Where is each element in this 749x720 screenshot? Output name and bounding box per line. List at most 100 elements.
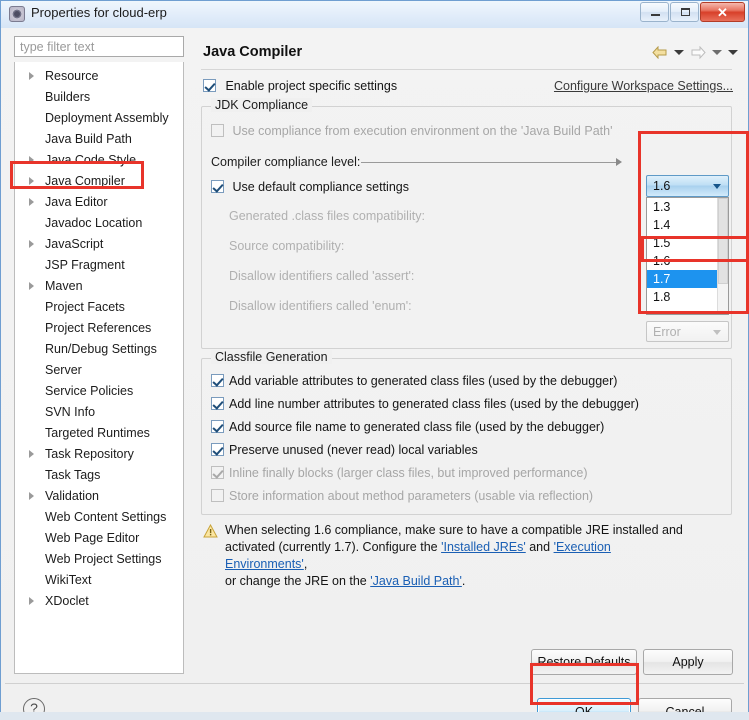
generated-class-compat-label: Generated .class files compatibility: bbox=[229, 209, 425, 223]
expand-arrow-icon[interactable] bbox=[29, 198, 34, 206]
sidebar-item-java-code-style[interactable]: Java Code Style bbox=[15, 150, 183, 171]
sidebar-item-label: Deployment Assembly bbox=[45, 111, 169, 125]
dropdown-option[interactable]: 1.5 bbox=[647, 234, 728, 252]
back-menu-chevron-down-icon[interactable] bbox=[674, 50, 684, 55]
sidebar-item-targeted-runtimes[interactable]: Targeted Runtimes bbox=[15, 423, 183, 444]
use-default-compliance-row: Use default compliance settings bbox=[211, 180, 409, 194]
classfile-option-checkbox[interactable] bbox=[211, 489, 224, 502]
classfile-option-checkbox[interactable] bbox=[211, 420, 224, 433]
expand-arrow-icon[interactable] bbox=[29, 240, 34, 248]
dialog-body: type filter text Resource Builders Deploym… bbox=[1, 28, 748, 720]
screen: Properties for cloud-erp ✕ type filter t… bbox=[0, 0, 749, 720]
sidebar-item-deployment-assembly[interactable]: Deployment Assembly bbox=[15, 108, 183, 129]
sidebar-item-java-build-path[interactable]: Java Build Path bbox=[15, 129, 183, 150]
sidebar-item-javadoc-location[interactable]: Javadoc Location bbox=[15, 213, 183, 234]
maximize-button[interactable] bbox=[670, 2, 699, 22]
sidebar-item-server[interactable]: Server bbox=[15, 360, 183, 381]
expand-arrow-icon[interactable] bbox=[29, 492, 34, 500]
expand-arrow-icon[interactable] bbox=[29, 156, 34, 164]
view-menu-chevron-down-icon[interactable] bbox=[728, 50, 738, 55]
dropdown-scrollbar-thumb[interactable] bbox=[718, 198, 728, 284]
window-title: Properties for cloud-erp bbox=[31, 5, 167, 20]
sidebar-item-web-content-settings[interactable]: Web Content Settings bbox=[15, 507, 183, 528]
forward-menu-chevron-down-icon[interactable] bbox=[712, 50, 722, 55]
classfile-option-checkbox[interactable] bbox=[211, 443, 224, 456]
properties-icon bbox=[9, 6, 25, 22]
sidebar-item-label: Run/Debug Settings bbox=[45, 342, 157, 356]
sidebar-item-label: Resource bbox=[45, 69, 99, 83]
title-bar: Properties for cloud-erp ✕ bbox=[1, 1, 748, 29]
chevron-down-icon bbox=[713, 330, 721, 335]
expand-arrow-icon[interactable] bbox=[29, 72, 34, 80]
apply-button[interactable]: Apply bbox=[643, 649, 733, 675]
warning-triangle-icon bbox=[203, 523, 218, 538]
expand-arrow-icon[interactable] bbox=[29, 177, 34, 185]
sidebar-item-web-project-settings[interactable]: Web Project Settings bbox=[15, 549, 183, 570]
sidebar-item-wikitext[interactable]: WikiText bbox=[15, 570, 183, 591]
expand-arrow-icon[interactable] bbox=[29, 282, 34, 290]
expand-arrow-icon[interactable] bbox=[29, 450, 34, 458]
sidebar-item-jsp-fragment[interactable]: JSP Fragment bbox=[15, 255, 183, 276]
enable-project-specific-label: Enable project specific settings bbox=[225, 79, 398, 93]
enable-project-specific-row: Enable project specific settings Configu… bbox=[203, 77, 733, 97]
enable-project-specific-checkbox[interactable] bbox=[203, 79, 216, 92]
sidebar-item-label: Maven bbox=[45, 279, 83, 293]
disallow-assert-label: Disallow identifiers called 'assert': bbox=[229, 269, 415, 283]
severity-combo[interactable]: Error bbox=[646, 321, 729, 342]
classfile-option-row: Preserve unused (never read) local varia… bbox=[211, 441, 639, 464]
sidebar-item-javascript[interactable]: JavaScript bbox=[15, 234, 183, 255]
compliance-level-dropdown-list[interactable]: 1.3 1.4 1.5 1.6 1.7 1.8 bbox=[646, 197, 729, 315]
use-execution-environment-checkbox[interactable] bbox=[211, 124, 224, 137]
sidebar-item-web-page-editor[interactable]: Web Page Editor bbox=[15, 528, 183, 549]
dropdown-option[interactable]: 1.4 bbox=[647, 216, 728, 234]
classfile-option-checkbox[interactable] bbox=[211, 374, 224, 387]
sidebar-item-project-facets[interactable]: Project Facets bbox=[15, 297, 183, 318]
sidebar-item-task-tags[interactable]: Task Tags bbox=[15, 465, 183, 486]
classfile-option-checkbox[interactable] bbox=[211, 466, 224, 479]
dropdown-option-label: 1.7 bbox=[653, 272, 671, 286]
sidebar-item-label: Java Code Style bbox=[45, 153, 137, 167]
back-arrow-icon[interactable] bbox=[652, 46, 668, 59]
dropdown-option[interactable]: 1.6 bbox=[647, 252, 728, 270]
sidebar-item-builders[interactable]: Builders bbox=[15, 87, 183, 108]
sidebar-item-project-references[interactable]: Project References bbox=[15, 318, 183, 339]
sidebar-item-service-policies[interactable]: Service Policies bbox=[15, 381, 183, 402]
sidebar-item-label: Project References bbox=[45, 321, 152, 335]
close-button[interactable]: ✕ bbox=[700, 2, 745, 22]
settings-tree[interactable]: Resource Builders Deployment Assembly Java … bbox=[14, 62, 184, 674]
classfile-option-checkbox[interactable] bbox=[211, 397, 224, 410]
sidebar-item-validation[interactable]: Validation bbox=[15, 486, 183, 507]
sidebar-item-svn-info[interactable]: SVN Info bbox=[15, 402, 183, 423]
dropdown-option[interactable]: 1.3 bbox=[647, 198, 728, 216]
configure-workspace-settings-link[interactable]: Configure Workspace Settings... bbox=[554, 79, 733, 93]
expand-arrow-icon[interactable] bbox=[29, 597, 34, 605]
dropdown-option[interactable]: 1.8 bbox=[647, 288, 728, 306]
dropdown-scrollbar[interactable] bbox=[717, 198, 728, 314]
footer-divider bbox=[5, 683, 744, 684]
annotation-pointer-arrow bbox=[616, 158, 622, 166]
use-default-compliance-checkbox[interactable] bbox=[211, 180, 224, 193]
compliance-warning: When selecting 1.6 compliance, make sure… bbox=[203, 522, 728, 588]
dropdown-option[interactable]: 1.7 bbox=[647, 270, 728, 288]
compiler-compliance-level-value: 1.6 bbox=[653, 179, 671, 193]
minimize-button[interactable] bbox=[640, 2, 669, 22]
sidebar-item-label: Task Repository bbox=[45, 447, 134, 461]
sidebar-item-maven[interactable]: Maven bbox=[15, 276, 183, 297]
sidebar-item-task-repository[interactable]: Task Repository bbox=[15, 444, 183, 465]
jdk-compliance-legend: JDK Compliance bbox=[211, 98, 313, 112]
java-build-path-link[interactable]: 'Java Build Path' bbox=[370, 574, 462, 588]
sidebar-item-java-editor[interactable]: Java Editor bbox=[15, 192, 183, 213]
sidebar-item-xdoclet[interactable]: XDoclet bbox=[15, 591, 183, 612]
sidebar-item-run-debug-settings[interactable]: Run/Debug Settings bbox=[15, 339, 183, 360]
installed-jres-link[interactable]: 'Installed JREs' bbox=[441, 540, 526, 554]
sidebar-item-java-compiler[interactable]: Java Compiler bbox=[15, 171, 183, 192]
sidebar-item-label: SVN Info bbox=[45, 405, 96, 419]
compiler-compliance-level-combo[interactable]: 1.6 bbox=[646, 175, 729, 197]
restore-defaults-button[interactable]: Restore Defaults bbox=[531, 649, 637, 675]
classfile-option-label: Store information about method parameter… bbox=[229, 489, 594, 503]
classfile-option-row: Inline finally blocks (larger class file… bbox=[211, 464, 639, 487]
panel-nav-tools bbox=[652, 46, 738, 59]
filter-input[interactable]: type filter text bbox=[14, 36, 184, 57]
sidebar-item-resource[interactable]: Resource bbox=[15, 66, 183, 87]
classfile-generation-group: Classfile Generation Add variable attrib… bbox=[201, 350, 732, 515]
